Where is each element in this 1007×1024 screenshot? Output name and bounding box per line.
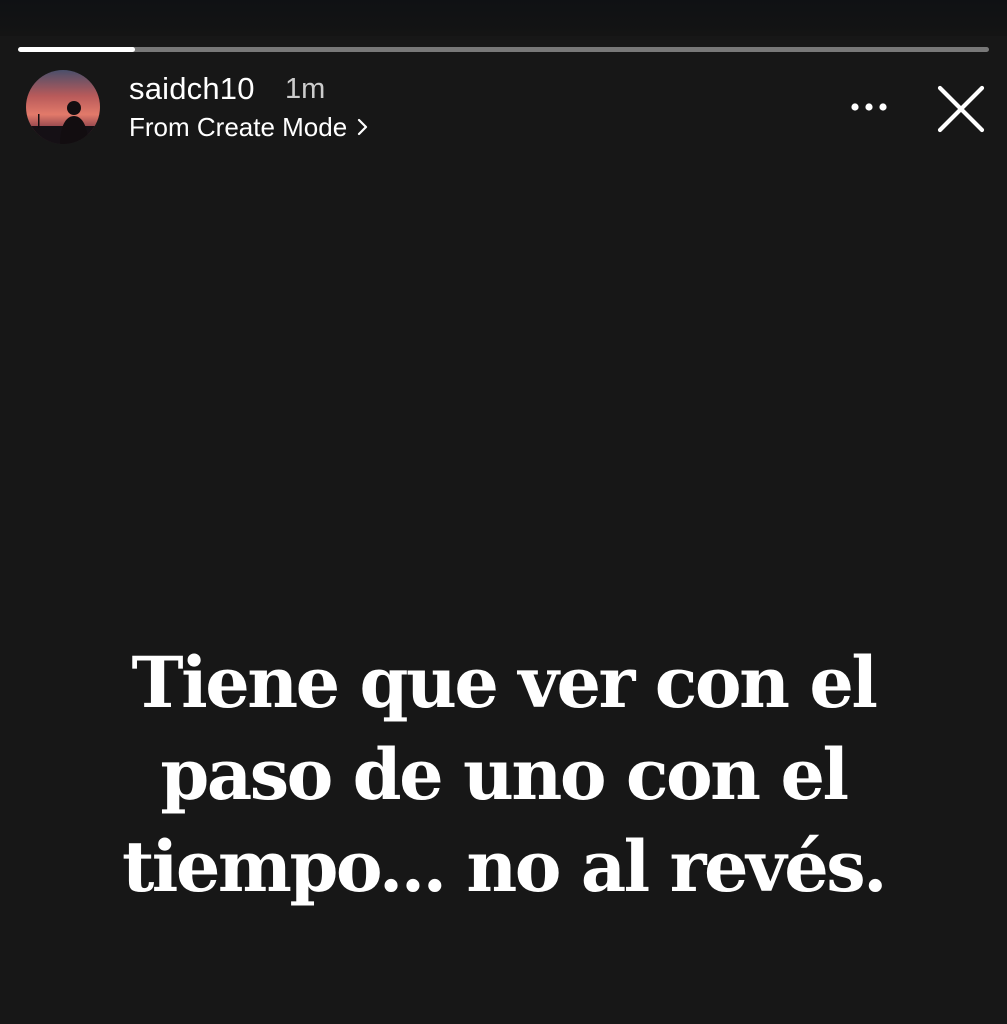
story-progress-bar xyxy=(18,47,989,52)
chevron-right-icon xyxy=(358,118,368,136)
avatar-image xyxy=(26,70,100,144)
more-options-button[interactable] xyxy=(846,90,892,124)
story-progress-fill xyxy=(18,47,135,52)
source-label: From Create Mode xyxy=(129,111,348,142)
close-story-button[interactable] xyxy=(935,83,987,135)
from-create-mode-link[interactable]: From Create Mode xyxy=(129,110,369,144)
story-text-block: Tiene que ver con el paso de uno con el … xyxy=(0,637,1007,913)
status-bar-strip xyxy=(0,0,1007,36)
more-dots-icon xyxy=(851,103,887,111)
close-icon xyxy=(937,85,985,133)
profile-avatar[interactable] xyxy=(26,70,100,144)
story-text-line: paso de uno con el xyxy=(160,733,849,816)
story-text-line: tiempo... no al revés. xyxy=(121,825,888,908)
story-text-line: Tiene que ver con el xyxy=(131,641,878,724)
story-timestamp: 1m xyxy=(285,73,326,105)
story-username[interactable]: saidch10 xyxy=(129,71,255,107)
